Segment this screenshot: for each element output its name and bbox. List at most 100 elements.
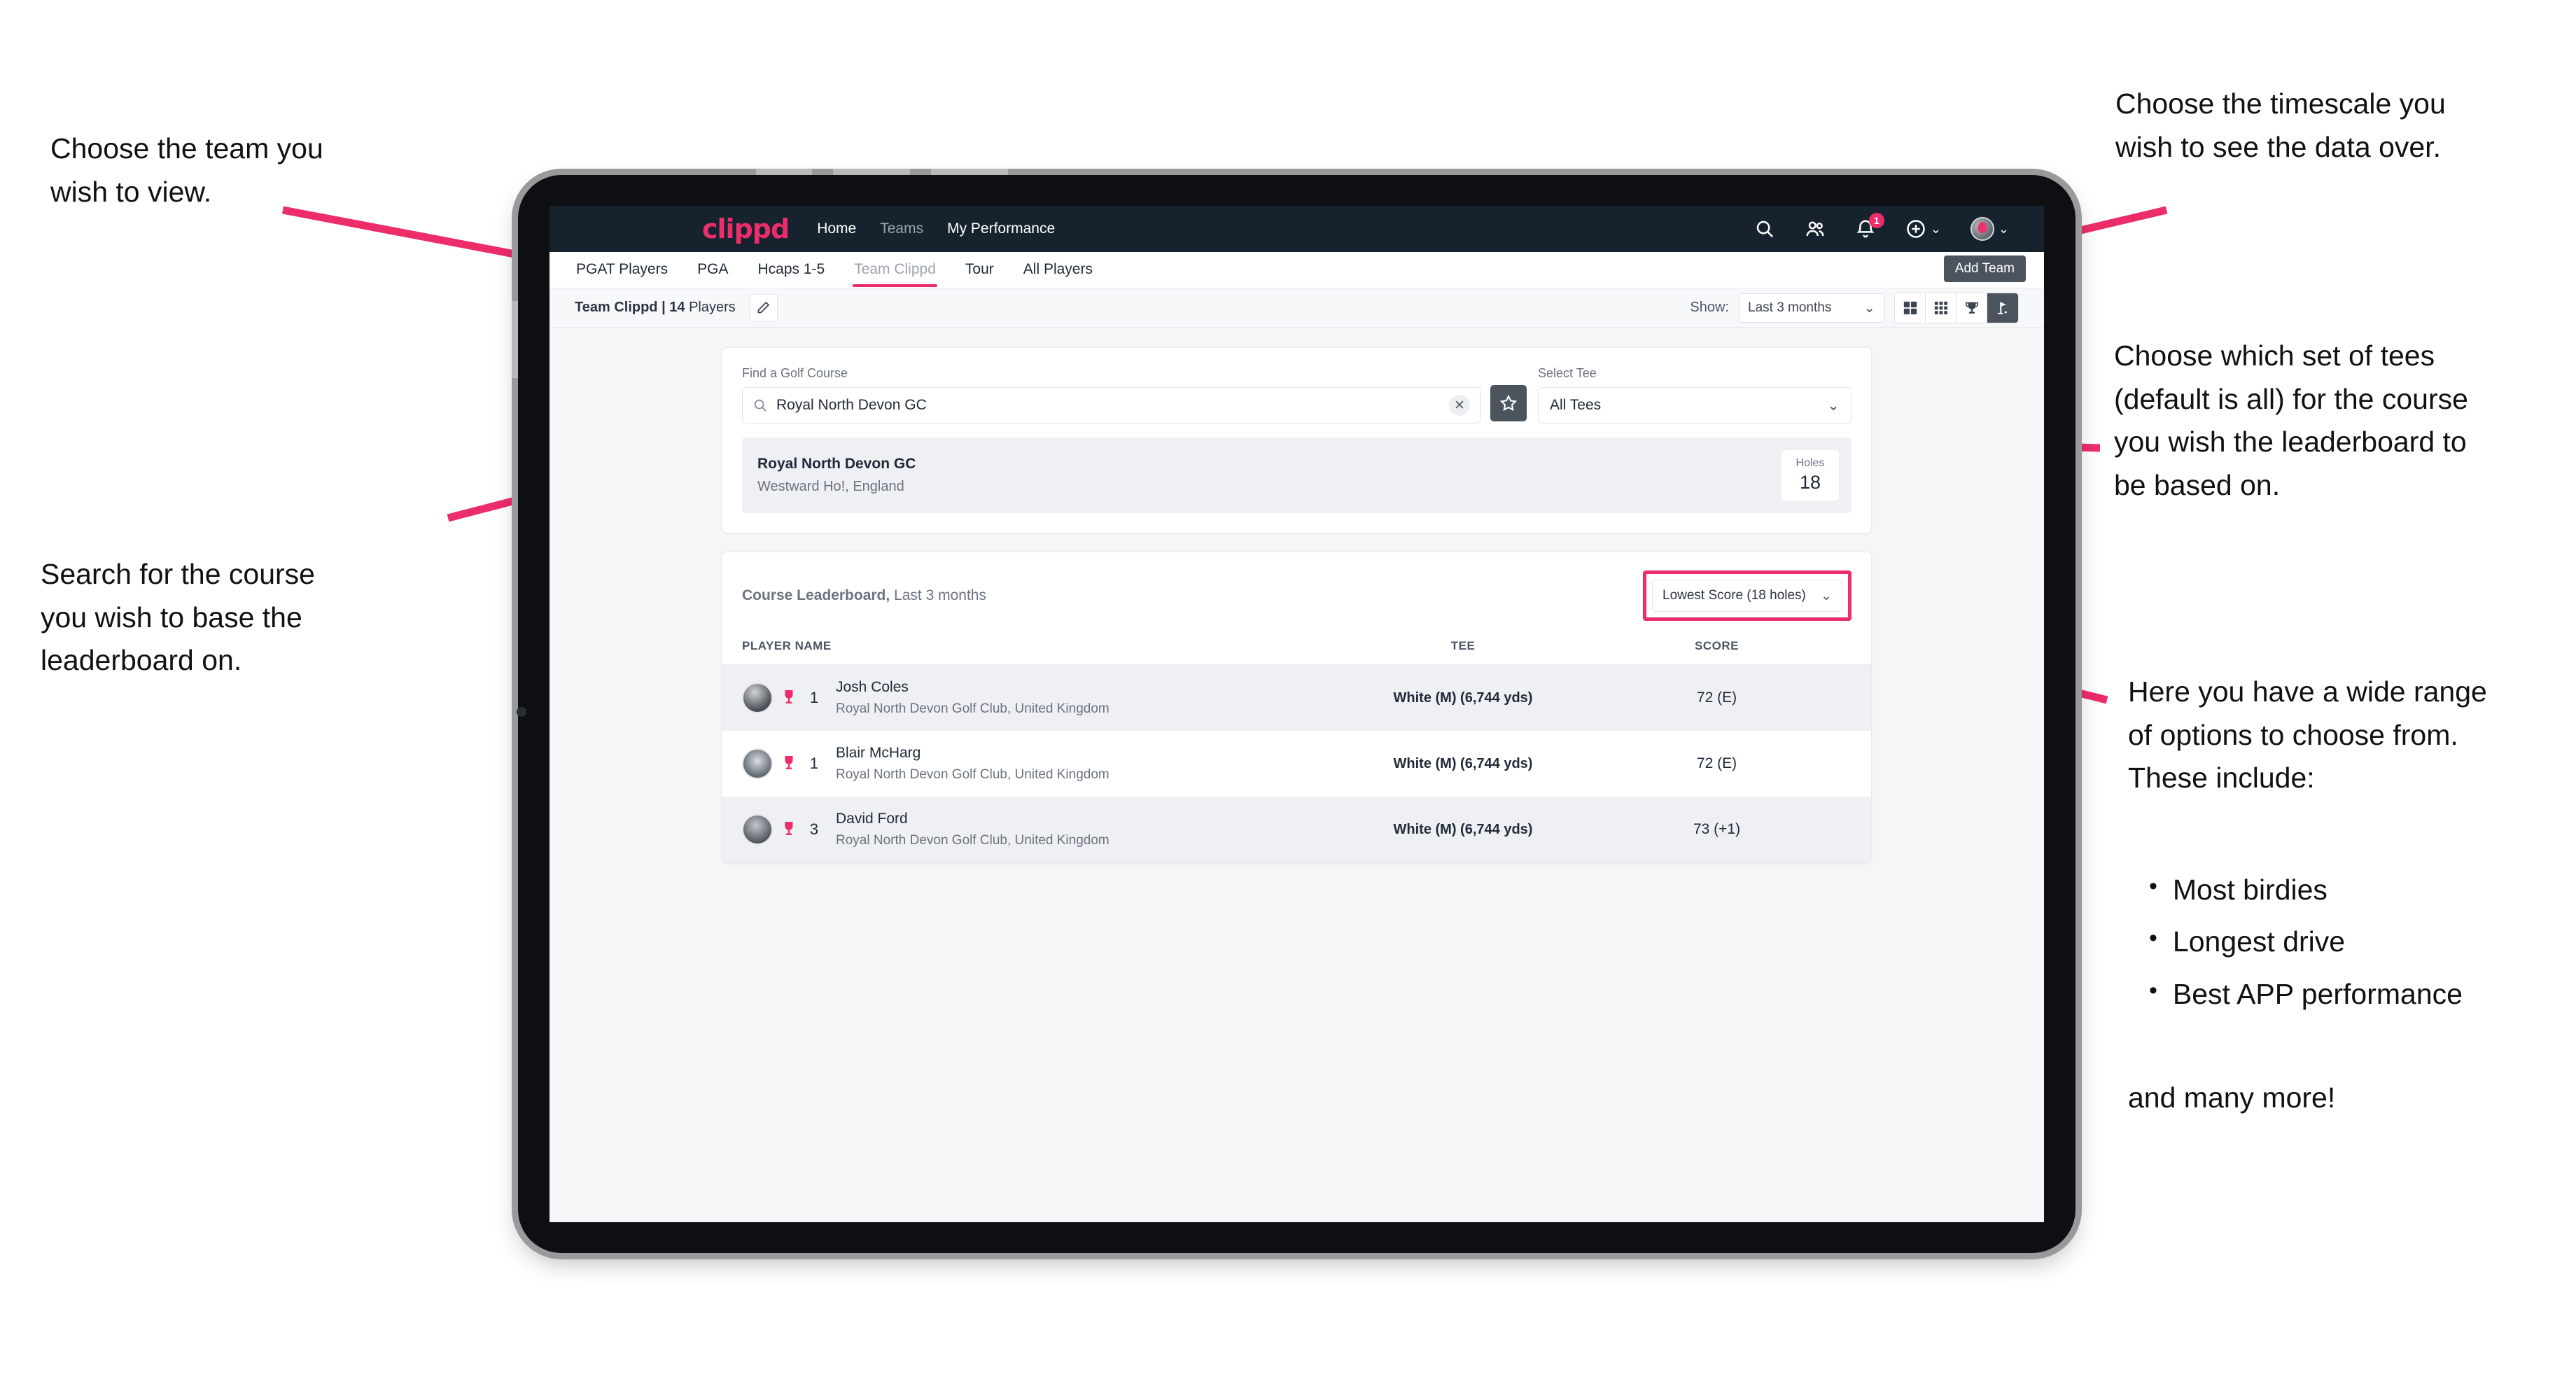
nav-teams[interactable]: Teams bbox=[880, 220, 923, 237]
player-rank: 1 bbox=[809, 755, 819, 772]
course-result-row[interactable]: Royal North Devon GC Westward Ho!, Engla… bbox=[742, 438, 1851, 513]
tab-team-clippd[interactable]: Team Clippd bbox=[853, 253, 937, 287]
close-icon[interactable]: ✕ bbox=[1449, 395, 1470, 416]
favorite-column bbox=[1490, 366, 1527, 421]
player-tee: White (M) (6,744 yds) bbox=[1393, 821, 1533, 837]
table-row[interactable]: 3 David Ford Royal North Devon Golf Club… bbox=[722, 797, 1871, 862]
tab-tour[interactable]: Tour bbox=[964, 253, 995, 287]
leaderboard-title-main: Course Leaderboard, bbox=[742, 587, 890, 603]
annotation-options-list: • Most birdies • Longest drive • Best AP… bbox=[2149, 868, 2576, 1024]
player-cell: 1 Josh Coles Royal North Devon Golf Club… bbox=[742, 679, 1344, 717]
leaderboard-column-headers: PLAYER NAME TEE SCORE bbox=[722, 635, 1871, 665]
player-name: Josh Coles bbox=[836, 679, 909, 695]
user-avatar-image bbox=[1970, 217, 1994, 241]
leaderboard-header: Course Leaderboard, Last 3 months Lowest… bbox=[722, 552, 1871, 635]
bullet-icon: • bbox=[2149, 873, 2157, 899]
player-name: Blair McHarg bbox=[836, 745, 921, 761]
player-club: Royal North Devon Golf Club, United King… bbox=[836, 701, 1110, 716]
table-row[interactable]: 1 Josh Coles Royal North Devon Golf Club… bbox=[722, 665, 1871, 731]
search-icon[interactable] bbox=[1754, 218, 1775, 239]
view-flag-button[interactable] bbox=[1987, 293, 2018, 323]
table-row[interactable]: 1 Blair McHarg Royal North Devon Golf Cl… bbox=[722, 731, 1871, 797]
team-name: Team Clippd bbox=[575, 300, 658, 315]
tab-pga[interactable]: PGA bbox=[696, 253, 729, 287]
tablet-button bbox=[833, 169, 910, 175]
tablet-volume-button bbox=[512, 301, 518, 378]
team-tabs: PGAT Players PGA Hcaps 1-5 Team Clippd T… bbox=[550, 252, 2044, 288]
player-cell: 1 Blair McHarg Royal North Devon Golf Cl… bbox=[742, 745, 1344, 783]
favorite-button[interactable] bbox=[1490, 385, 1527, 421]
avatar[interactable]: ⌄ bbox=[1970, 217, 2009, 241]
player-name: David Ford bbox=[836, 811, 908, 827]
select-tee-dropdown[interactable]: All Tees ⌄ bbox=[1538, 387, 1851, 424]
annotation-choose-team: Choose the team you wish to view. bbox=[50, 132, 323, 208]
notification-badge: 1 bbox=[1868, 213, 1884, 228]
timescale-select[interactable]: Last 3 months ⌄ bbox=[1739, 293, 1884, 323]
trophy-icon bbox=[785, 690, 793, 704]
player-info: Blair McHarg Royal North Devon Golf Club… bbox=[836, 745, 1110, 783]
flag-icon bbox=[1998, 302, 2007, 314]
player-tee: White (M) (6,744 yds) bbox=[1393, 690, 1533, 706]
search-icon bbox=[754, 399, 766, 412]
annotation-tees: Choose which set of tees (default is all… bbox=[2114, 340, 2468, 501]
view-grid-4-button[interactable] bbox=[1895, 293, 1926, 323]
plus-circle-icon[interactable]: ⌄ bbox=[1905, 218, 1941, 239]
view-trophy-button[interactable] bbox=[1956, 293, 1987, 323]
tab-pgat-players[interactable]: PGAT Players bbox=[575, 253, 669, 287]
option-label: Best APP performance bbox=[2172, 977, 2463, 1010]
player-score: 72 (E) bbox=[1696, 690, 1737, 706]
holes-label: Holes bbox=[1795, 457, 1825, 469]
grid-4-icon bbox=[1903, 301, 1917, 314]
annotation-options-outro: and many more! bbox=[2128, 1082, 2336, 1114]
team-toolbar: Team Clippd | 14 Players Show: Last 3 mo… bbox=[550, 288, 2044, 328]
nav-my-performance[interactable]: My Performance bbox=[947, 220, 1055, 237]
grid-9-icon bbox=[1934, 301, 1947, 314]
chevron-down-icon[interactable]: ⌄ bbox=[1931, 222, 1941, 237]
holes-value: 18 bbox=[1799, 472, 1821, 493]
leaderboard-sort-value: Lowest Score (18 holes) bbox=[1662, 588, 1806, 603]
clippd-logo[interactable]: clippd bbox=[702, 216, 790, 242]
tab-all-players[interactable]: All Players bbox=[1022, 253, 1094, 287]
course-search-input[interactable]: Royal North Devon GC ✕ bbox=[742, 387, 1480, 424]
show-label: Show: bbox=[1690, 300, 1729, 315]
avatar bbox=[742, 748, 773, 779]
app-header: clippd Home Teams My Performance 1 ⌄ ⌄ bbox=[550, 206, 2044, 252]
annotation-search-course: Search for the course you wish to base t… bbox=[41, 558, 315, 676]
tablet-button bbox=[756, 169, 812, 175]
player-count: 14 bbox=[669, 300, 685, 315]
avatar bbox=[742, 682, 773, 713]
tab-hcaps-1-5[interactable]: Hcaps 1-5 bbox=[756, 253, 826, 287]
bullet-icon: • bbox=[2149, 976, 2157, 1004]
tablet-frame: clippd Home Teams My Performance 1 ⌄ ⌄ P… bbox=[512, 169, 2076, 1253]
player-rank: 1 bbox=[809, 689, 819, 706]
team-separator: | bbox=[657, 300, 670, 315]
view-grid-9-button[interactable] bbox=[1926, 293, 1956, 323]
player-info: Josh Coles Royal North Devon Golf Club, … bbox=[836, 679, 1110, 717]
star-icon bbox=[1499, 394, 1518, 412]
chevron-down-icon[interactable]: ⌄ bbox=[1998, 222, 2009, 237]
bullet-icon: • bbox=[2149, 925, 2157, 952]
course-result-text: Royal North Devon GC Westward Ho!, Engla… bbox=[757, 456, 916, 495]
edit-team-button[interactable] bbox=[749, 293, 778, 322]
nav-home[interactable]: Home bbox=[817, 220, 856, 237]
player-club: Royal North Devon Golf Club, United King… bbox=[836, 833, 1110, 848]
course-search-label: Find a Golf Course bbox=[742, 366, 848, 380]
avatar bbox=[742, 814, 773, 845]
player-rank: 3 bbox=[809, 820, 819, 838]
list-item: • Most birdies bbox=[2149, 868, 2576, 911]
search-row: Find a Golf Course Royal North Devon GC … bbox=[742, 366, 1851, 424]
view-toggle-group bbox=[1894, 292, 2019, 323]
course-leaderboard-card: Course Leaderboard, Last 3 months Lowest… bbox=[722, 552, 1872, 863]
leaderboard-sort-highlight: Lowest Score (18 holes) ⌄ bbox=[1643, 570, 1851, 621]
option-label: Most birdies bbox=[2172, 874, 2328, 906]
pencil-icon bbox=[757, 301, 770, 314]
people-icon[interactable] bbox=[1805, 218, 1826, 239]
bell-icon[interactable]: 1 bbox=[1855, 213, 1884, 239]
column-score: SCORE bbox=[1695, 639, 1739, 652]
leaderboard-sort-select[interactable]: Lowest Score (18 holes) ⌄ bbox=[1652, 580, 1842, 612]
add-team-tooltip[interactable]: Add Team bbox=[1943, 255, 2026, 282]
page-content: Find a Golf Course Royal North Devon GC … bbox=[550, 328, 2044, 863]
trophy-icon bbox=[1965, 302, 1978, 314]
select-tee-value: All Tees bbox=[1550, 397, 1602, 413]
player-info: David Ford Royal North Devon Golf Club, … bbox=[836, 811, 1110, 848]
